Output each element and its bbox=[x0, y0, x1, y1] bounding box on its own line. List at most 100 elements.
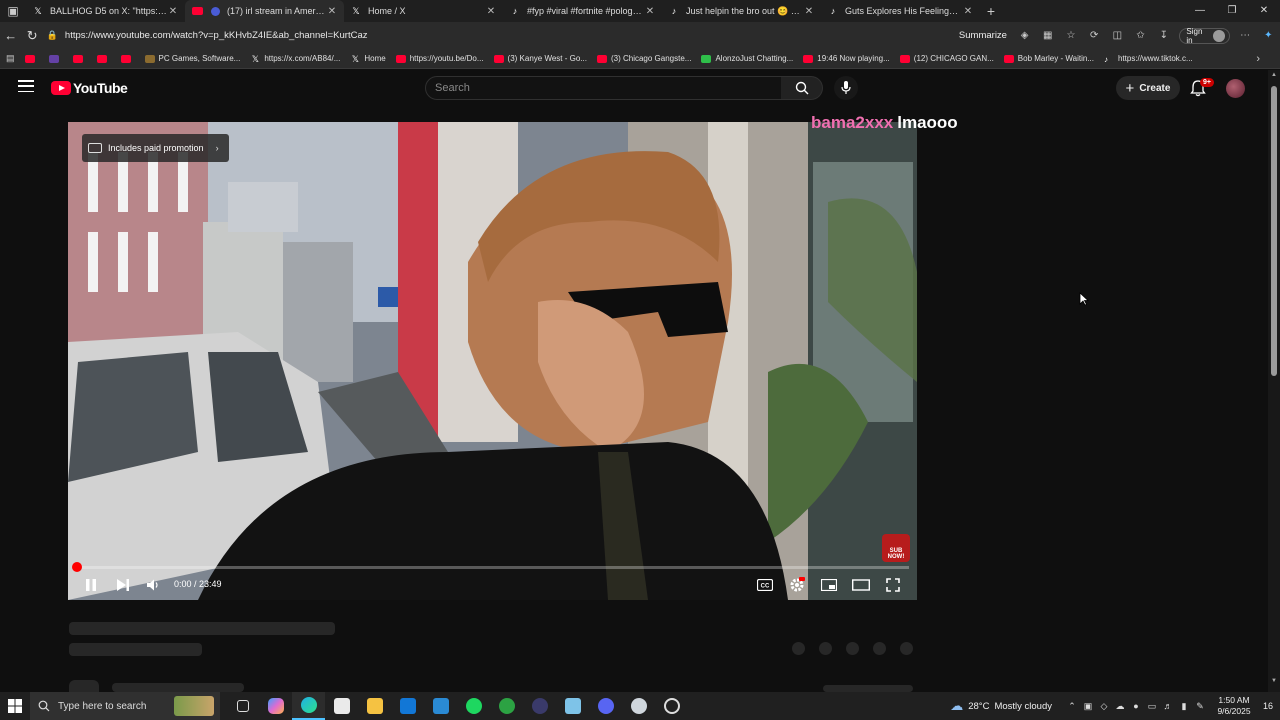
xbox-icon[interactable] bbox=[490, 692, 523, 720]
bookmark-item[interactable]: PC Games, Software... bbox=[144, 54, 240, 63]
bookmark-item[interactable]: Bob Marley - Waitin... bbox=[1003, 54, 1094, 63]
reading-view-icon[interactable]: ▦ bbox=[1036, 30, 1059, 41]
bookmark-item[interactable]: AlonzoJust Chatting... bbox=[701, 54, 793, 63]
account-avatar[interactable] bbox=[1226, 79, 1245, 98]
sign-in-button[interactable]: Sign in bbox=[1179, 27, 1230, 45]
close-tab-icon[interactable]: ✕ bbox=[803, 6, 815, 17]
favorites-icon[interactable]: ✩ bbox=[1129, 30, 1152, 41]
browser-tab[interactable]: ♪ Guts Explores His Feelings About…✕ bbox=[821, 0, 980, 22]
back-icon[interactable]: ← bbox=[0, 28, 21, 43]
steam-icon[interactable] bbox=[622, 692, 655, 720]
discord-icon[interactable] bbox=[589, 692, 622, 720]
bookmark-item[interactable]: (3) Chicago Gangste... bbox=[596, 54, 691, 63]
tray-app-icon[interactable]: ▣ bbox=[1080, 701, 1096, 712]
bookmark-item[interactable]: ♪ https://www.tiktok.c... bbox=[1104, 54, 1193, 64]
bookmarks-folder-icon[interactable]: ▤ bbox=[6, 53, 15, 64]
browser-tab[interactable]: 𝕏 BALLHOG D5 on X: "https://t.co/…✕ bbox=[26, 0, 185, 22]
close-tab-icon[interactable]: ✕ bbox=[167, 6, 179, 17]
close-tab-icon[interactable]: ✕ bbox=[485, 6, 497, 17]
bookmark-item[interactable]: 19:46 Now playing... bbox=[803, 54, 890, 63]
network-icon[interactable]: ◇ bbox=[1096, 701, 1112, 712]
scroll-up-icon[interactable]: ▲ bbox=[1270, 72, 1278, 78]
audio-playing-icon[interactable] bbox=[209, 5, 221, 17]
battery-icon[interactable]: ▮ bbox=[1176, 701, 1192, 712]
downloads-icon[interactable]: ↧ bbox=[1152, 30, 1175, 41]
summarize-button[interactable]: Summarize bbox=[959, 30, 1007, 41]
restore-icon[interactable]: ❐ bbox=[1216, 0, 1248, 22]
scroll-down-icon[interactable]: ▼ bbox=[1270, 678, 1278, 684]
browser-tab[interactable]: 𝕏 Home / X ✕ bbox=[344, 0, 503, 22]
paid-promotion-badge[interactable]: Includes paid promotion › bbox=[82, 134, 229, 162]
obs-icon[interactable] bbox=[655, 692, 688, 720]
close-tab-icon[interactable]: ✕ bbox=[326, 6, 338, 17]
close-tab-icon[interactable]: ✕ bbox=[962, 6, 974, 17]
settings-button[interactable] bbox=[788, 576, 806, 594]
copilot-icon[interactable] bbox=[259, 692, 292, 720]
search-input[interactable]: Search bbox=[425, 76, 782, 100]
youtube-logo[interactable]: YouTube bbox=[51, 80, 128, 96]
progress-bar[interactable] bbox=[76, 566, 909, 569]
start-button[interactable] bbox=[0, 699, 30, 713]
browser-tab[interactable]: ♪ Just helpin the bro out 😊 #fyp #…✕ bbox=[662, 0, 821, 22]
refresh-icon[interactable]: ↻ bbox=[21, 28, 42, 44]
bookmark-item[interactable] bbox=[24, 54, 39, 63]
microphone-icon[interactable]: ● bbox=[1128, 701, 1144, 711]
minimize-icon[interactable]: — bbox=[1184, 0, 1216, 22]
tab-actions-icon[interactable]: ▣ bbox=[0, 0, 26, 22]
show-hidden-icons-icon[interactable]: ⌃ bbox=[1064, 701, 1080, 712]
bookmark-item[interactable]: https://youtu.be/Do... bbox=[395, 54, 484, 63]
photos-icon[interactable] bbox=[424, 692, 457, 720]
bookmark-item[interactable]: (12) CHICAGO GAN... bbox=[899, 54, 994, 63]
pause-button[interactable] bbox=[82, 576, 100, 594]
clock[interactable]: 1:50 AM 9/6/2025 bbox=[1212, 695, 1256, 717]
video-player[interactable]: Includes paid promotion › SUB NOW! 0:00 … bbox=[68, 122, 917, 600]
speaker-icon[interactable]: ♬ bbox=[1160, 701, 1176, 711]
bookmark-item[interactable] bbox=[72, 54, 87, 63]
notepad-icon[interactable] bbox=[556, 692, 589, 720]
split-screen-icon[interactable]: ◫ bbox=[1106, 30, 1129, 41]
favorite-star-icon[interactable]: ☆ bbox=[1059, 30, 1082, 41]
bookmark-item[interactable]: (3) Kanye West - Go... bbox=[493, 54, 587, 63]
copilot-icon[interactable]: ◈ bbox=[1013, 30, 1036, 41]
browser-tab[interactable]: (17) irl stream in America us…✕ bbox=[185, 0, 344, 22]
edge-browser-icon[interactable] bbox=[292, 692, 325, 720]
create-button[interactable]: + Create bbox=[1116, 76, 1180, 100]
file-explorer-icon[interactable] bbox=[358, 692, 391, 720]
search-button[interactable] bbox=[781, 76, 823, 100]
close-window-icon[interactable]: ✕ bbox=[1248, 0, 1280, 22]
more-options-icon[interactable]: ⋯ bbox=[1234, 30, 1257, 41]
fullscreen-button[interactable] bbox=[884, 576, 902, 594]
weather-widget[interactable]: ☁ 28°C Mostly cloudy bbox=[950, 698, 1052, 714]
outlook-icon[interactable] bbox=[391, 692, 424, 720]
cloud-sync-icon[interactable]: ☁ bbox=[1112, 701, 1128, 712]
subtitles-button[interactable]: CC bbox=[756, 576, 774, 594]
spotify-icon[interactable] bbox=[457, 692, 490, 720]
scrollbar-thumb[interactable] bbox=[1271, 86, 1277, 376]
extensions-icon[interactable]: ⟳ bbox=[1083, 30, 1106, 41]
menu-icon[interactable] bbox=[18, 80, 34, 92]
url-field[interactable]: 🔒 https://www.youtube.com/watch?v=p_kKHv… bbox=[47, 26, 959, 46]
browser-tab[interactable]: ♪ #fyp #viral #fortnite #polog #be…✕ bbox=[503, 0, 662, 22]
sub-now-badge[interactable]: SUB NOW! bbox=[882, 534, 910, 562]
taskbar-search[interactable]: Type here to search bbox=[30, 692, 220, 720]
mute-button[interactable] bbox=[144, 576, 162, 594]
new-tab-button[interactable]: + bbox=[980, 3, 1002, 19]
theater-mode-button[interactable] bbox=[852, 576, 870, 594]
copilot-sidebar-icon[interactable]: ✦ bbox=[1257, 30, 1280, 41]
bookmark-item[interactable] bbox=[48, 54, 63, 63]
next-button[interactable] bbox=[114, 576, 132, 594]
page-scrollbar[interactable]: ▲ ▼ bbox=[1268, 70, 1280, 692]
media-player-icon[interactable] bbox=[523, 692, 556, 720]
bookmark-item[interactable]: 𝕏 Home bbox=[350, 54, 386, 64]
notification-center-button[interactable]: 16 bbox=[1256, 701, 1280, 711]
microsoft-store-icon[interactable] bbox=[325, 692, 358, 720]
progress-scrubber[interactable] bbox=[72, 562, 82, 572]
task-view-icon[interactable] bbox=[226, 692, 259, 720]
bookmark-item[interactable] bbox=[120, 54, 135, 63]
bookmark-item[interactable]: 𝕏https://x.com/AB84/... bbox=[250, 54, 341, 64]
miniplayer-button[interactable] bbox=[820, 576, 838, 594]
pen-icon[interactable]: ✎ bbox=[1192, 701, 1208, 712]
voice-search-button[interactable] bbox=[834, 76, 858, 100]
display-icon[interactable]: ▭ bbox=[1144, 701, 1160, 712]
more-bookmarks-icon[interactable]: › bbox=[1256, 53, 1260, 65]
